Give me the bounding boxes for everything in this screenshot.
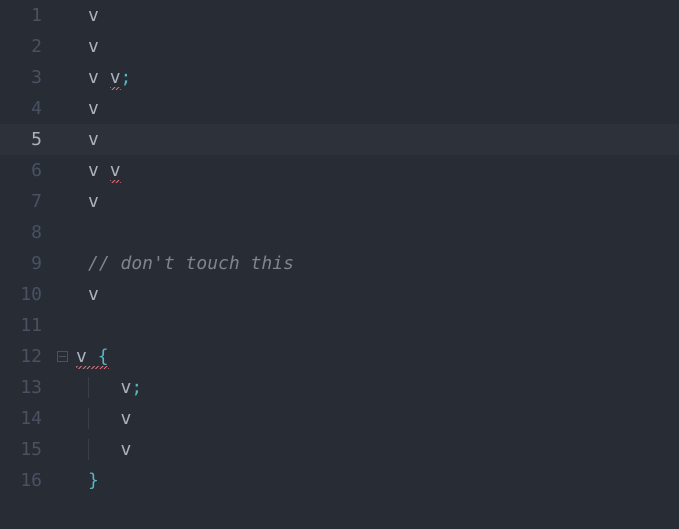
line-number: 6: [0, 160, 48, 181]
code-token: v: [88, 129, 99, 150]
line-number: 13: [0, 377, 48, 398]
code-content[interactable]: v: [76, 124, 99, 155]
code-token: v: [110, 67, 121, 88]
editor-line-1[interactable]: 1v: [0, 0, 679, 31]
code-token: v: [88, 67, 99, 88]
editor-line-13[interactable]: 13 v;: [0, 372, 679, 403]
code-content[interactable]: v v: [76, 155, 121, 186]
editor-line-5[interactable]: 5v: [0, 124, 679, 155]
fold-gutter: [48, 351, 76, 362]
editor-line-10[interactable]: 10 v: [0, 279, 679, 310]
line-number: 8: [0, 222, 48, 243]
code-content[interactable]: v: [76, 434, 131, 465]
code-token: [87, 346, 98, 367]
code-content[interactable]: v: [76, 31, 99, 62]
code-token: v: [88, 191, 99, 212]
code-token: v: [76, 346, 87, 367]
code-content[interactable]: v;: [76, 372, 142, 403]
fold-collapse-icon[interactable]: [57, 351, 68, 362]
code-token: v: [110, 160, 121, 181]
line-number: 1: [0, 5, 48, 26]
punct-token: ;: [121, 67, 132, 88]
brace-token: }: [88, 470, 99, 491]
line-number: 11: [0, 315, 48, 336]
line-number: 3: [0, 67, 48, 88]
editor-line-2[interactable]: 2v: [0, 31, 679, 62]
code-token: v: [121, 439, 132, 460]
code-content[interactable]: v: [76, 93, 99, 124]
line-number: 5: [0, 129, 48, 150]
editor-line-4[interactable]: 4v: [0, 93, 679, 124]
code-token: [99, 67, 110, 88]
line-number: 16: [0, 470, 48, 491]
editor-line-16[interactable]: 16}: [0, 465, 679, 496]
code-token: [88, 439, 121, 460]
line-number: 14: [0, 408, 48, 429]
code-token: [99, 160, 110, 181]
line-number: 15: [0, 439, 48, 460]
code-token: v: [88, 284, 99, 305]
line-number: 10: [0, 284, 48, 305]
punct-token: ;: [131, 377, 142, 398]
line-number: 4: [0, 98, 48, 119]
code-content[interactable]: [76, 310, 88, 341]
code-token: [88, 377, 121, 398]
code-token: v: [88, 98, 99, 119]
code-token: v: [121, 377, 132, 398]
comment-token: // don't touch this: [88, 253, 294, 274]
code-content[interactable]: v: [76, 279, 99, 310]
editor-line-14[interactable]: 14 v: [0, 403, 679, 434]
code-editor[interactable]: 1v2v3v v;4v5v6v v7v89// don't touch this…: [0, 0, 679, 496]
editor-line-11[interactable]: 11: [0, 310, 679, 341]
line-number: 9: [0, 253, 48, 274]
editor-line-15[interactable]: 15 v: [0, 434, 679, 465]
editor-line-6[interactable]: 6 v v: [0, 155, 679, 186]
editor-line-8[interactable]: 8: [0, 217, 679, 248]
code-content[interactable]: [76, 217, 88, 248]
code-token: [88, 408, 121, 429]
editor-line-9[interactable]: 9 // don't touch this: [0, 248, 679, 279]
editor-line-3[interactable]: 3 v v;: [0, 62, 679, 93]
code-token: v: [88, 36, 99, 57]
line-number: 7: [0, 191, 48, 212]
code-content[interactable]: v {: [76, 341, 109, 372]
code-token: v: [121, 408, 132, 429]
code-content[interactable]: v: [76, 0, 99, 31]
line-number: 12: [0, 346, 48, 367]
editor-line-12[interactable]: 12 v {: [0, 341, 679, 372]
code-token: v: [88, 5, 99, 26]
brace-token: {: [98, 346, 109, 367]
code-token: v: [88, 160, 99, 181]
code-content[interactable]: v v;: [76, 62, 131, 93]
line-number: 2: [0, 36, 48, 57]
code-content[interactable]: // don't touch this: [76, 248, 294, 279]
code-content[interactable]: v: [76, 403, 131, 434]
code-content[interactable]: }: [76, 465, 99, 496]
code-content[interactable]: v: [76, 186, 99, 217]
editor-line-7[interactable]: 7v: [0, 186, 679, 217]
